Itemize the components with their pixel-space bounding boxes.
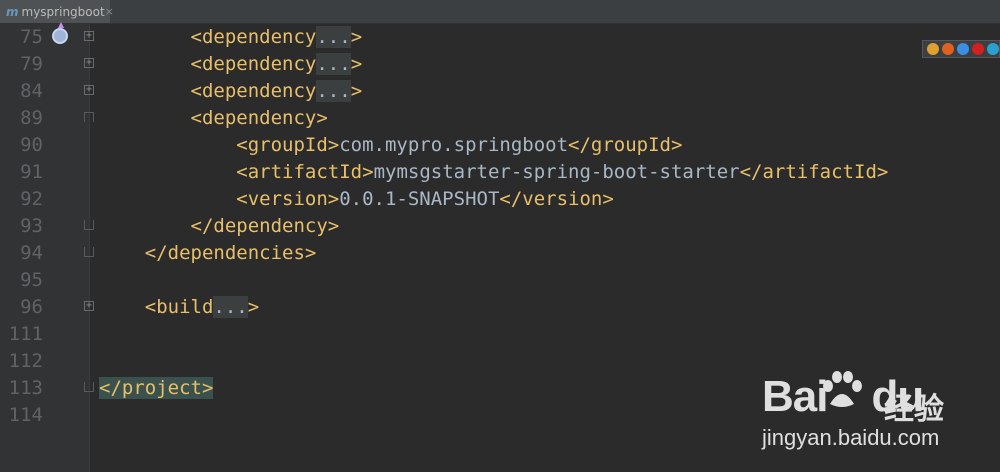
code-text: <dependency...> xyxy=(99,24,362,51)
xml-tag: > xyxy=(350,80,363,102)
xml-tag: </groupId> xyxy=(568,134,683,156)
xml-tag: <artifactId> xyxy=(236,161,374,183)
implemented-override-icon[interactable] xyxy=(52,22,68,44)
line-number: 84 xyxy=(20,80,43,102)
fold-expand-icon[interactable]: + xyxy=(84,58,94,68)
code-text: <version>0.0.1-SNAPSHOT</version> xyxy=(99,186,614,213)
firefox-icon[interactable] xyxy=(942,43,954,55)
xml-text: 0.0.1-SNAPSHOT xyxy=(339,188,500,210)
code-text: <dependency> xyxy=(99,105,328,132)
editor-tab-bar: m myspringboot × xyxy=(0,0,1000,24)
code-text: </project> xyxy=(99,375,214,402)
code-line[interactable]: 79 + <dependency...> xyxy=(0,51,1000,78)
code-line[interactable]: 89 <dependency> xyxy=(0,105,1000,132)
xml-tag: > xyxy=(350,53,363,75)
baidu-paw-icon xyxy=(823,371,862,407)
code-text: </dependencies> xyxy=(99,240,317,267)
code-line[interactable]: 84 + <dependency...> xyxy=(0,78,1000,105)
folded-region[interactable]: ... xyxy=(213,296,248,318)
code-line[interactable]: 91 <artifactId>mymsgstarter-spring-boot-… xyxy=(0,159,1000,186)
baidu-jingyan-watermark: Bai du 经验 jingyan.baidu.com xyxy=(752,370,1000,470)
watermark-brand: 经验 xyxy=(884,392,944,427)
xml-tag: <dependency xyxy=(190,80,317,102)
line-number: 114 xyxy=(8,404,43,426)
fold-expand-icon[interactable]: + xyxy=(84,301,94,311)
folded-region[interactable]: ... xyxy=(316,53,351,75)
line-number: 90 xyxy=(20,134,43,156)
safari-icon[interactable] xyxy=(957,43,969,55)
code-line[interactable]: 111 xyxy=(0,321,1000,348)
opera-icon[interactable] xyxy=(972,43,984,55)
code-line[interactable]: 92 <version>0.0.1-SNAPSHOT</version> xyxy=(0,186,1000,213)
code-line[interactable]: 94 </dependencies> xyxy=(0,240,1000,267)
code-text: <groupId>com.mypro.springboot</groupId> xyxy=(99,132,682,159)
ie-icon[interactable] xyxy=(987,43,999,55)
fold-expand-icon[interactable]: + xyxy=(84,31,94,41)
xml-tag: </version> xyxy=(499,188,614,210)
line-number: 112 xyxy=(8,350,43,372)
tab-close-icon[interactable]: × xyxy=(105,5,114,18)
maven-m-icon: m xyxy=(6,4,19,19)
folded-region[interactable]: ... xyxy=(316,80,351,102)
fold-end-icon[interactable] xyxy=(84,247,94,257)
tab-myspringboot[interactable]: m myspringboot × xyxy=(0,0,114,23)
xml-tag: > xyxy=(247,296,260,318)
xml-tag: <version> xyxy=(236,188,340,210)
line-number: 94 xyxy=(20,242,43,264)
code-text: <dependency...> xyxy=(99,78,362,105)
xml-tag: </dependency> xyxy=(190,215,340,237)
xml-tag: <dependency xyxy=(190,53,317,75)
code-text: <dependency...> xyxy=(99,51,362,78)
code-line[interactable]: 95 xyxy=(0,267,1000,294)
line-number: 75 xyxy=(20,26,43,48)
watermark-url: jingyan.baidu.com xyxy=(762,425,940,450)
line-number: 79 xyxy=(20,53,43,75)
xml-text: com.mypro.springboot xyxy=(339,134,569,156)
line-number: 92 xyxy=(20,188,43,210)
code-line[interactable]: 93 </dependency> xyxy=(0,213,1000,240)
fold-end-icon[interactable] xyxy=(84,220,94,230)
chrome-icon[interactable] xyxy=(927,43,939,55)
fold-collapse-icon[interactable] xyxy=(84,112,94,122)
line-number: 111 xyxy=(8,323,43,345)
line-number: 96 xyxy=(20,296,43,318)
line-number: 113 xyxy=(8,377,43,399)
line-number: 91 xyxy=(20,161,43,183)
xml-text: mymsgstarter-spring-boot-starter xyxy=(373,161,740,183)
xml-tag: > xyxy=(350,26,363,48)
tab-title: myspringboot xyxy=(21,4,105,19)
xml-tag: <dependency> xyxy=(190,107,328,129)
code-text: <artifactId>mymsgstarter-spring-boot-sta… xyxy=(99,159,888,186)
code-line[interactable]: 96 + <build...> xyxy=(0,294,1000,321)
fold-end-icon[interactable] xyxy=(84,382,94,392)
folded-region[interactable]: ... xyxy=(316,26,351,48)
line-number: 95 xyxy=(20,269,43,291)
browser-preview-bar xyxy=(922,40,1000,58)
xml-tag: </artifactId> xyxy=(739,161,889,183)
code-line[interactable]: 75 + <dependency...> xyxy=(0,22,1000,51)
xml-tag: <dependency xyxy=(190,26,317,48)
code-text: <build...> xyxy=(99,294,259,321)
fold-expand-icon[interactable]: + xyxy=(84,85,94,95)
code-line[interactable]: 90 <groupId>com.mypro.springboot</groupI… xyxy=(0,132,1000,159)
line-number: 89 xyxy=(20,107,43,129)
code-text: </dependency> xyxy=(99,213,340,240)
xml-tag: <groupId> xyxy=(236,134,340,156)
line-number: 93 xyxy=(20,215,43,237)
xml-tag: </dependencies> xyxy=(144,242,317,264)
xml-tag: <build xyxy=(144,296,214,318)
matched-tag: </project> xyxy=(99,377,214,399)
